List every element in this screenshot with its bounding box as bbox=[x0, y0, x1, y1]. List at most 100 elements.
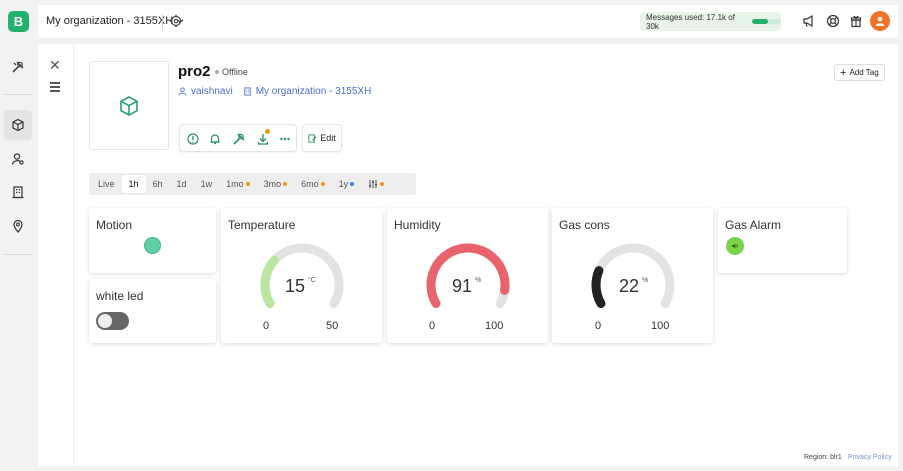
edit-button[interactable]: Edit bbox=[302, 124, 342, 152]
info-icon[interactable] bbox=[186, 132, 200, 146]
add-tag-label: Add Tag bbox=[849, 68, 879, 77]
organization-name: My organization - 3155XH bbox=[255, 86, 372, 97]
header-card: My organization - 3155XH Messages used: … bbox=[38, 5, 898, 38]
user-icon bbox=[178, 87, 187, 96]
edit-label: Edit bbox=[320, 133, 336, 143]
cube-icon bbox=[120, 95, 138, 116]
gauge-value: 22 bbox=[619, 276, 640, 296]
time-range-option[interactable]: Live bbox=[91, 175, 122, 193]
gauge-max: 100 bbox=[485, 320, 504, 332]
avatar[interactable] bbox=[870, 11, 890, 31]
cube-icon bbox=[12, 118, 24, 132]
rail-item-automation[interactable] bbox=[4, 52, 32, 82]
time-range-label: 1mo bbox=[226, 179, 244, 189]
building-icon bbox=[244, 87, 251, 96]
building-icon bbox=[12, 186, 24, 199]
time-range-option[interactable]: 1d bbox=[170, 175, 194, 193]
time-range-option[interactable]: 1y bbox=[332, 175, 362, 193]
messages-usage[interactable]: Messages used: 17.1k of 30k bbox=[640, 12, 781, 31]
gauge-min: 0 bbox=[595, 320, 602, 332]
alarm-indicator[interactable] bbox=[726, 237, 744, 255]
gift-icon[interactable] bbox=[849, 14, 863, 28]
close-icon[interactable]: ✕ bbox=[49, 58, 61, 72]
status-dot bbox=[380, 182, 385, 186]
toggle-knob bbox=[98, 314, 112, 328]
widget-title: white led bbox=[96, 289, 144, 303]
owner-link[interactable]: vaishnavi bbox=[178, 86, 233, 97]
time-range-option[interactable]: 1mo bbox=[219, 175, 257, 193]
time-range-label: 6mo bbox=[301, 179, 319, 189]
divider bbox=[4, 254, 32, 255]
app-logo[interactable]: B bbox=[8, 11, 29, 32]
rail-item-locations[interactable] bbox=[4, 211, 32, 241]
device-meta: vaishnavi My organization - 3155XH bbox=[178, 86, 371, 97]
owner-name: vaishnavi bbox=[191, 86, 233, 97]
time-range-selector: Live 1h 6h 1d 1w 1mo 3mo 6mo 1y bbox=[89, 173, 416, 195]
tools-icon[interactable] bbox=[232, 132, 246, 146]
org-selector[interactable]: My organization - 3155XH bbox=[46, 15, 184, 27]
notification-dot bbox=[265, 129, 270, 134]
time-range-label: Live bbox=[98, 179, 115, 189]
messages-progress bbox=[751, 19, 781, 24]
plus-icon: + bbox=[840, 66, 847, 79]
download-button[interactable] bbox=[256, 129, 270, 146]
time-range-option[interactable]: 1h bbox=[121, 175, 146, 193]
user-icon bbox=[875, 16, 885, 26]
bell-icon[interactable] bbox=[208, 132, 222, 146]
rail-item-organizations[interactable] bbox=[4, 177, 32, 207]
widget-temperature: Temperature 15 °C 0 50 bbox=[221, 208, 382, 343]
widget-gas-cons: Gas cons 22 % 0 100 bbox=[552, 208, 713, 343]
megaphone-icon[interactable] bbox=[802, 14, 816, 28]
privacy-policy-link[interactable]: Privacy Policy bbox=[848, 454, 892, 461]
add-tag-button[interactable]: + Add Tag bbox=[834, 64, 885, 81]
org-name: My organization - 3155XH bbox=[46, 15, 174, 27]
time-range-label: 1w bbox=[200, 179, 213, 189]
status-dot bbox=[215, 70, 219, 74]
help-lifebuoy-icon[interactable] bbox=[826, 14, 840, 28]
gauge-unit: % bbox=[475, 277, 482, 284]
rail-item-users[interactable] bbox=[4, 144, 32, 174]
time-range-option[interactable]: 6mo bbox=[294, 175, 332, 193]
more-options-icon[interactable] bbox=[278, 132, 292, 146]
divider bbox=[4, 94, 32, 95]
speaker-icon bbox=[732, 243, 738, 249]
messages-label: Messages used: 17.1k of 30k bbox=[646, 12, 735, 31]
status-text: Offline bbox=[222, 67, 248, 77]
widget-white-led: white led bbox=[89, 279, 216, 343]
tools-icon bbox=[12, 61, 24, 73]
status-dot bbox=[350, 182, 355, 186]
organization-link[interactable]: My organization - 3155XH bbox=[243, 86, 372, 97]
device-status: Offline bbox=[215, 67, 248, 77]
divider bbox=[162, 15, 163, 29]
menu-icon[interactable] bbox=[50, 82, 60, 94]
region-label: Region: blr1 bbox=[804, 454, 842, 461]
gauge-max: 100 bbox=[651, 320, 670, 332]
sliders-icon bbox=[369, 180, 378, 188]
time-range-label: 6h bbox=[152, 179, 163, 189]
widget-humidity: Humidity 91 % 0 100 bbox=[387, 208, 548, 343]
gauge-value: 91 bbox=[452, 276, 473, 296]
user-search-icon bbox=[11, 153, 24, 165]
gauge-unit: °C bbox=[308, 277, 316, 284]
gauge-arc bbox=[260, 255, 279, 308]
gear-icon[interactable] bbox=[169, 14, 183, 28]
motion-indicator bbox=[144, 237, 161, 254]
time-range-label: 1y bbox=[338, 179, 349, 189]
gauge-unit: % bbox=[642, 277, 649, 284]
edit-icon bbox=[308, 133, 317, 143]
device-action-bar bbox=[179, 124, 297, 152]
time-range-settings[interactable] bbox=[361, 175, 391, 193]
device-panel: ✕ pro2 Offline vaishnavi My organization… bbox=[38, 44, 898, 466]
status-dot bbox=[283, 182, 288, 186]
gauge-min: 0 bbox=[429, 320, 436, 332]
time-range-option[interactable]: 6h bbox=[146, 175, 170, 193]
widget-title: Gas Alarm bbox=[725, 218, 782, 232]
led-toggle[interactable] bbox=[96, 312, 129, 330]
sub-rail: ✕ bbox=[38, 44, 74, 466]
device-image[interactable] bbox=[89, 61, 169, 150]
rail-item-devices[interactable] bbox=[4, 110, 32, 140]
gauge-min: 0 bbox=[263, 320, 270, 332]
time-range-option[interactable]: 1w bbox=[194, 175, 220, 193]
widget-gas-alarm: Gas Alarm bbox=[718, 208, 847, 273]
time-range-option[interactable]: 3mo bbox=[257, 175, 295, 193]
